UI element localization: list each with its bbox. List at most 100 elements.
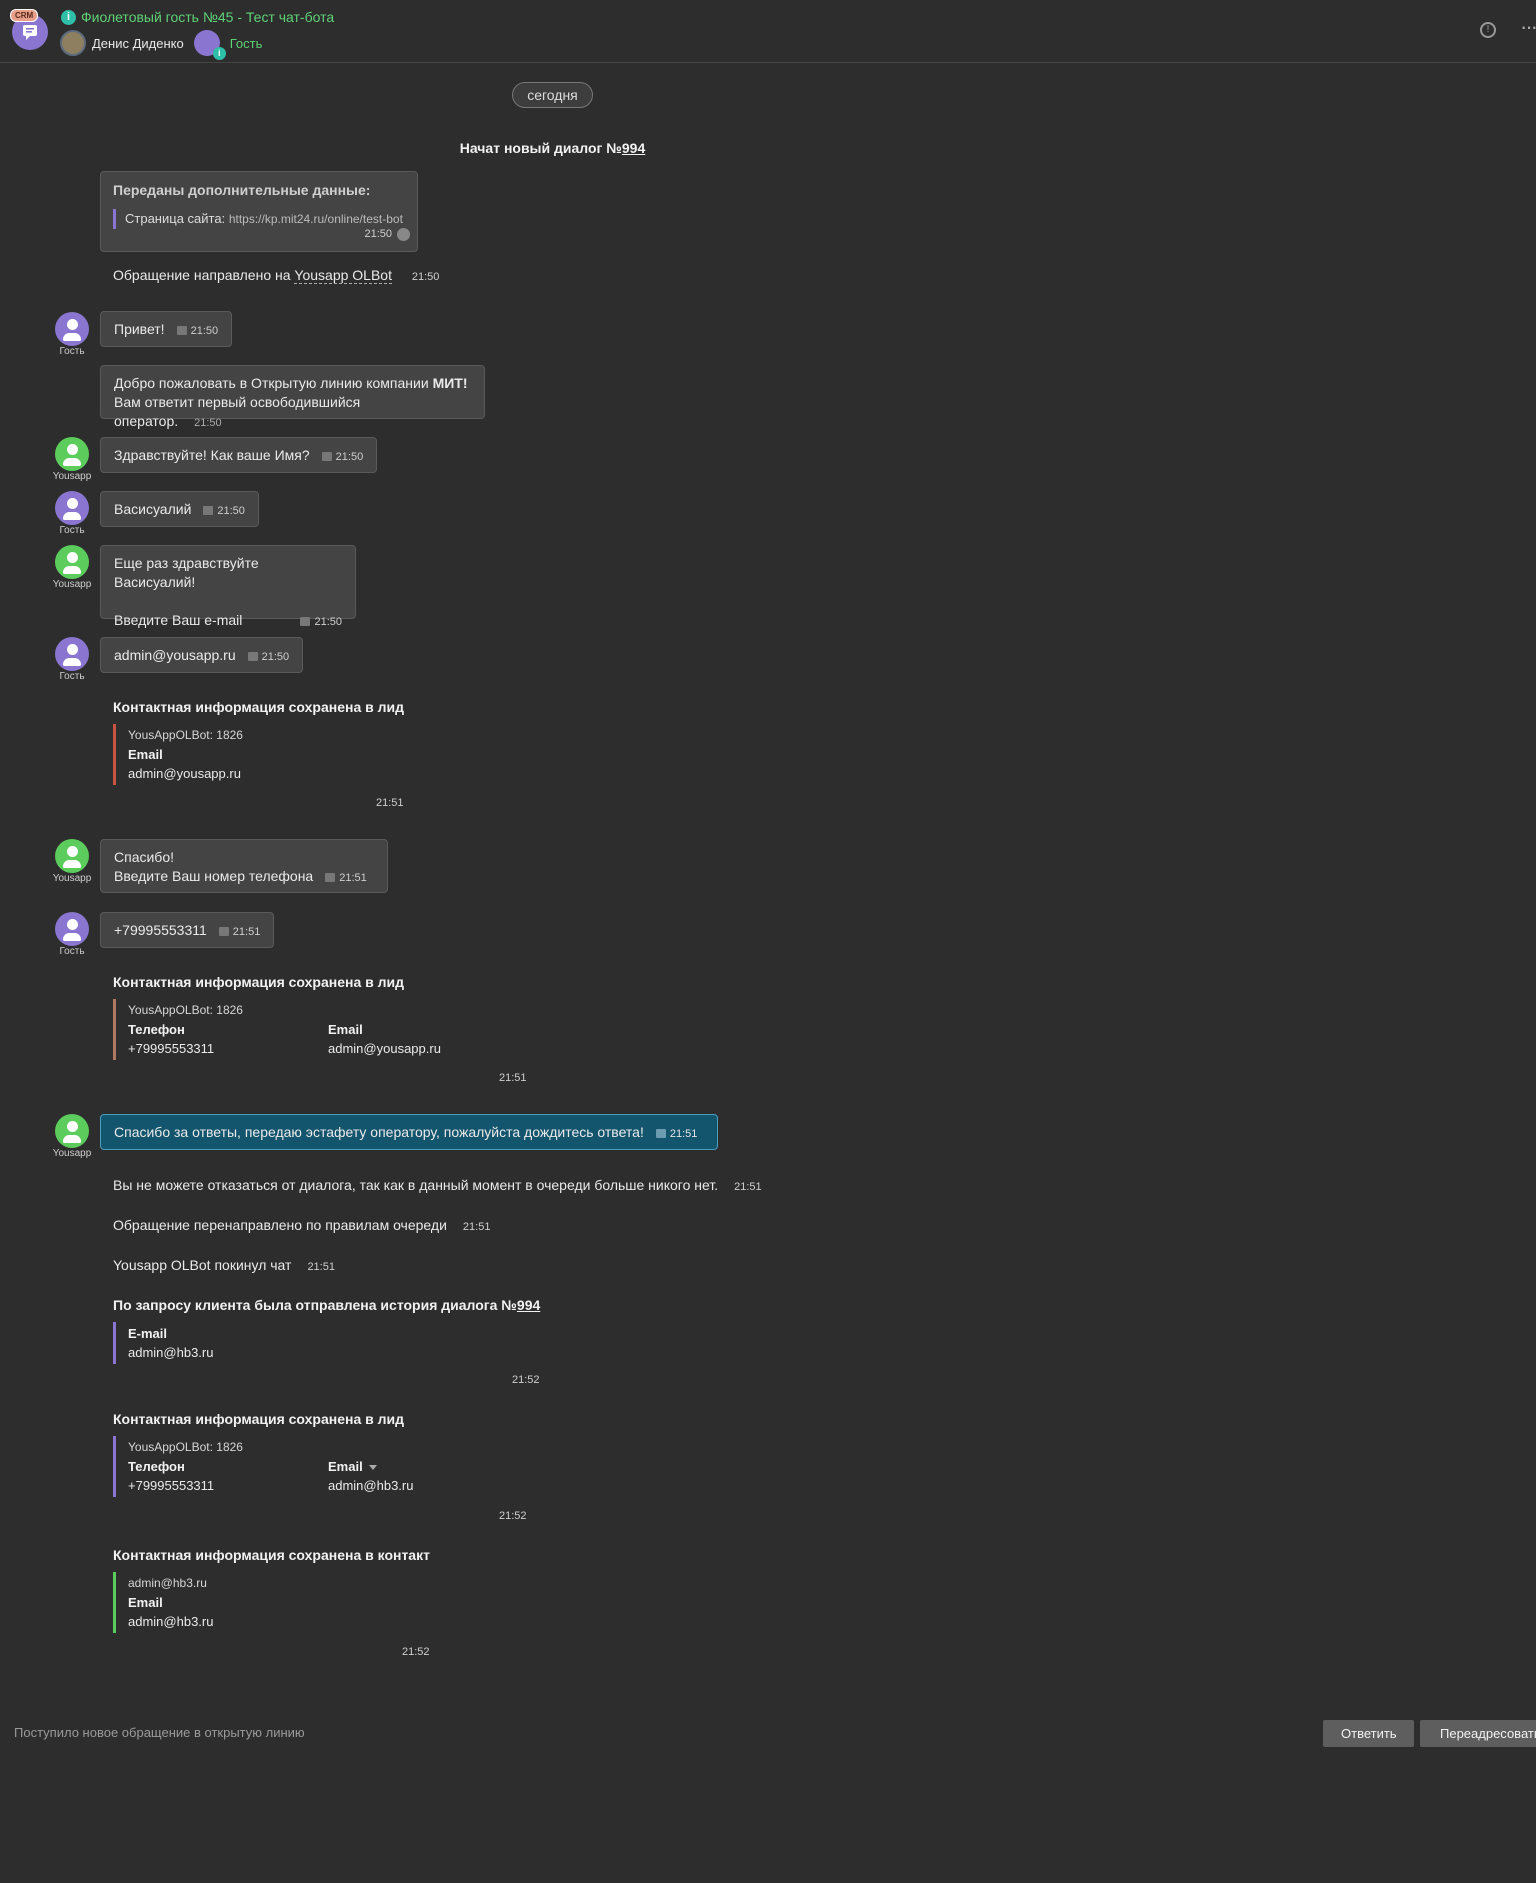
card-title: Контактная информация сохранена в лид	[113, 699, 405, 715]
dialog-number-link[interactable]: 994	[622, 140, 645, 156]
guest-avatar[interactable]	[55, 912, 89, 946]
like-icon[interactable]	[321, 451, 332, 461]
operator-name[interactable]: Денис Диденко	[92, 36, 184, 51]
bot-avatar[interactable]	[55, 437, 89, 471]
message-time: 21:50	[190, 325, 219, 337]
card-quote: YousAppOLBot: 1826 Email admin@yousapp.r…	[113, 724, 433, 785]
chat-title[interactable]: i Фиолетовый гость №45 - Тест чат-бота	[61, 9, 334, 25]
dialog-number-link[interactable]: 994	[517, 1297, 540, 1313]
message-time: 21:50	[335, 451, 364, 463]
message-bubble[interactable]: Добро пожаловать в Открытую линию компан…	[100, 365, 485, 429]
more-icon[interactable]: ···	[1520, 14, 1536, 40]
card-field-label[interactable]: Email	[328, 1457, 528, 1476]
card-time: 21:52	[499, 1510, 527, 1522]
lead-saved-card: Контактная информация сохранена в лид Yo…	[113, 974, 533, 1060]
extra-data-url[interactable]: https://kp.mit24.ru/online/test-bot	[229, 212, 403, 226]
system-notice-text: Yousapp OLBot покинул чат	[113, 1257, 292, 1273]
card-field-label: Email	[128, 747, 163, 762]
card-field-label: Телефон	[128, 1022, 185, 1037]
message-bubble[interactable]: Здравствуйте! Как ваше Имя? 21:50	[100, 437, 378, 473]
guest-avatar[interactable]	[55, 312, 89, 346]
card-title: Контактная информация сохранена в лид	[113, 974, 405, 990]
like-icon[interactable]	[203, 505, 214, 515]
card-field-label: Email	[328, 1022, 363, 1037]
extra-data-quote: Страница сайта: https://kp.mit24.ru/onli…	[113, 209, 405, 229]
bot-avatar[interactable]	[55, 839, 89, 873]
clipboard-icon[interactable]	[397, 228, 410, 241]
message-bubble-highlighted[interactable]: Спасибо за ответы, передаю эстафету опер…	[100, 1114, 718, 1150]
info-icon[interactable]: i	[61, 9, 76, 25]
avatar-label: Гость	[59, 946, 85, 957]
card-quote: E-mail admin@hb3.ru	[113, 1322, 573, 1364]
like-icon[interactable]	[247, 651, 258, 661]
like-icon[interactable]	[325, 872, 336, 882]
reply-button[interactable]: Ответить	[1323, 1720, 1414, 1747]
message-text: Добро пожаловать в Открытую линию компан…	[114, 375, 433, 391]
card-time: 21:51	[499, 1072, 527, 1084]
card-time: 21:52	[402, 1646, 430, 1658]
operator-avatar[interactable]	[60, 30, 86, 56]
card-field-label: Email	[128, 1595, 163, 1610]
message-bubble[interactable]: Еще раз здравствуйте Васисуалий! Введите…	[100, 545, 356, 628]
message-time: 21:51	[339, 872, 367, 884]
card-time: 21:52	[512, 1374, 540, 1386]
message-text: +79995553311	[114, 922, 207, 938]
avatar-label: Гость	[59, 346, 85, 357]
message-text-line2: Вам ответит первый освободившийся операт…	[114, 394, 361, 429]
like-icon[interactable]	[176, 325, 187, 335]
contact-saved-card: Контактная информация сохранена в контак…	[113, 1547, 473, 1633]
system-notice: Yousapp OLBot покинул чат 21:51	[113, 1257, 335, 1273]
system-notice-time: 21:51	[307, 1261, 335, 1273]
card-source[interactable]: YousAppOLBot: 1826	[128, 1001, 533, 1020]
system-notice: Обращение перенаправлено по правилам оче…	[113, 1217, 490, 1233]
card-source[interactable]: YousAppOLBot: 1826	[128, 1438, 533, 1457]
guest-avatar[interactable]	[55, 491, 89, 525]
card-source[interactable]: admin@hb3.ru	[128, 1574, 473, 1593]
footer-notice: Поступило новое обращение в открытую лин…	[14, 1725, 305, 1740]
guest-avatar[interactable]: i	[193, 30, 226, 60]
avatar-label: Yousapp	[52, 873, 92, 884]
chat-title-text[interactable]: Фиолетовый гость №45 - Тест чат-бота	[81, 9, 334, 25]
extra-data-time: 21:50	[364, 228, 392, 240]
message-bubble[interactable]: +79995553311 21:51	[100, 912, 275, 948]
routed-target[interactable]: Yousapp OLBot	[294, 267, 392, 284]
like-icon[interactable]	[655, 1128, 666, 1138]
system-notice-time: 21:51	[462, 1221, 491, 1233]
system-notice-time: 21:51	[734, 1181, 762, 1193]
message-text: Спасибо!	[114, 849, 174, 865]
avatar-label: Гость	[59, 525, 85, 536]
history-sent-card: По запросу клиента была отправлена истор…	[113, 1297, 573, 1364]
card-quote: YousAppOLBot: 1826 Телефон +79995553311 E…	[113, 1436, 533, 1497]
message-bubble[interactable]: Васисуалий 21:50	[100, 491, 259, 527]
system-notice: Вы не можете отказаться от диалога, так …	[113, 1177, 762, 1193]
company-name: МИТ!	[432, 375, 468, 391]
bot-avatar[interactable]	[55, 545, 89, 579]
like-icon[interactable]	[218, 926, 229, 936]
bot-avatar[interactable]	[55, 1114, 89, 1148]
email-label: Email	[328, 1459, 363, 1474]
card-field-value: admin@hb3.ru	[128, 1614, 214, 1629]
message-time: 21:51	[232, 926, 261, 938]
lead-saved-card: Контактная информация сохранена в лид Yo…	[113, 1411, 533, 1497]
card-field-value: admin@hb3.ru	[328, 1478, 414, 1493]
alert-icon[interactable]: !	[1480, 22, 1496, 38]
participants: Денис Диденко i Гость	[60, 30, 263, 60]
routed-time: 21:50	[411, 271, 440, 283]
routed-text: Обращение направлено на	[113, 267, 291, 283]
message-time: 21:50	[261, 651, 290, 663]
guest-avatar[interactable]	[55, 637, 89, 671]
message-time: 21:51	[669, 1128, 698, 1140]
chevron-down-icon[interactable]	[368, 1465, 377, 1471]
like-icon[interactable]	[300, 616, 311, 626]
message-bubble[interactable]: Спасибо! Введите Ваш номер телефона 21:51	[100, 839, 388, 893]
message-bubble[interactable]: Привет! 21:50	[100, 311, 233, 347]
card-quote: admin@hb3.ru Email admin@hb3.ru	[113, 1572, 473, 1633]
card-source[interactable]: YousAppOLBot: 1826	[128, 726, 433, 745]
forward-button[interactable]: Переадресовать	[1420, 1720, 1536, 1747]
message-text: Васисуалий	[114, 501, 192, 517]
message-bubble[interactable]: admin@yousapp.ru 21:50	[100, 637, 304, 673]
card-field-value: admin@yousapp.ru	[128, 766, 241, 781]
guest-label[interactable]: Гость	[230, 36, 263, 51]
message-text: Спасибо за ответы, передаю эстафету опер…	[114, 1124, 644, 1140]
avatar-label: Yousapp	[52, 1148, 92, 1159]
